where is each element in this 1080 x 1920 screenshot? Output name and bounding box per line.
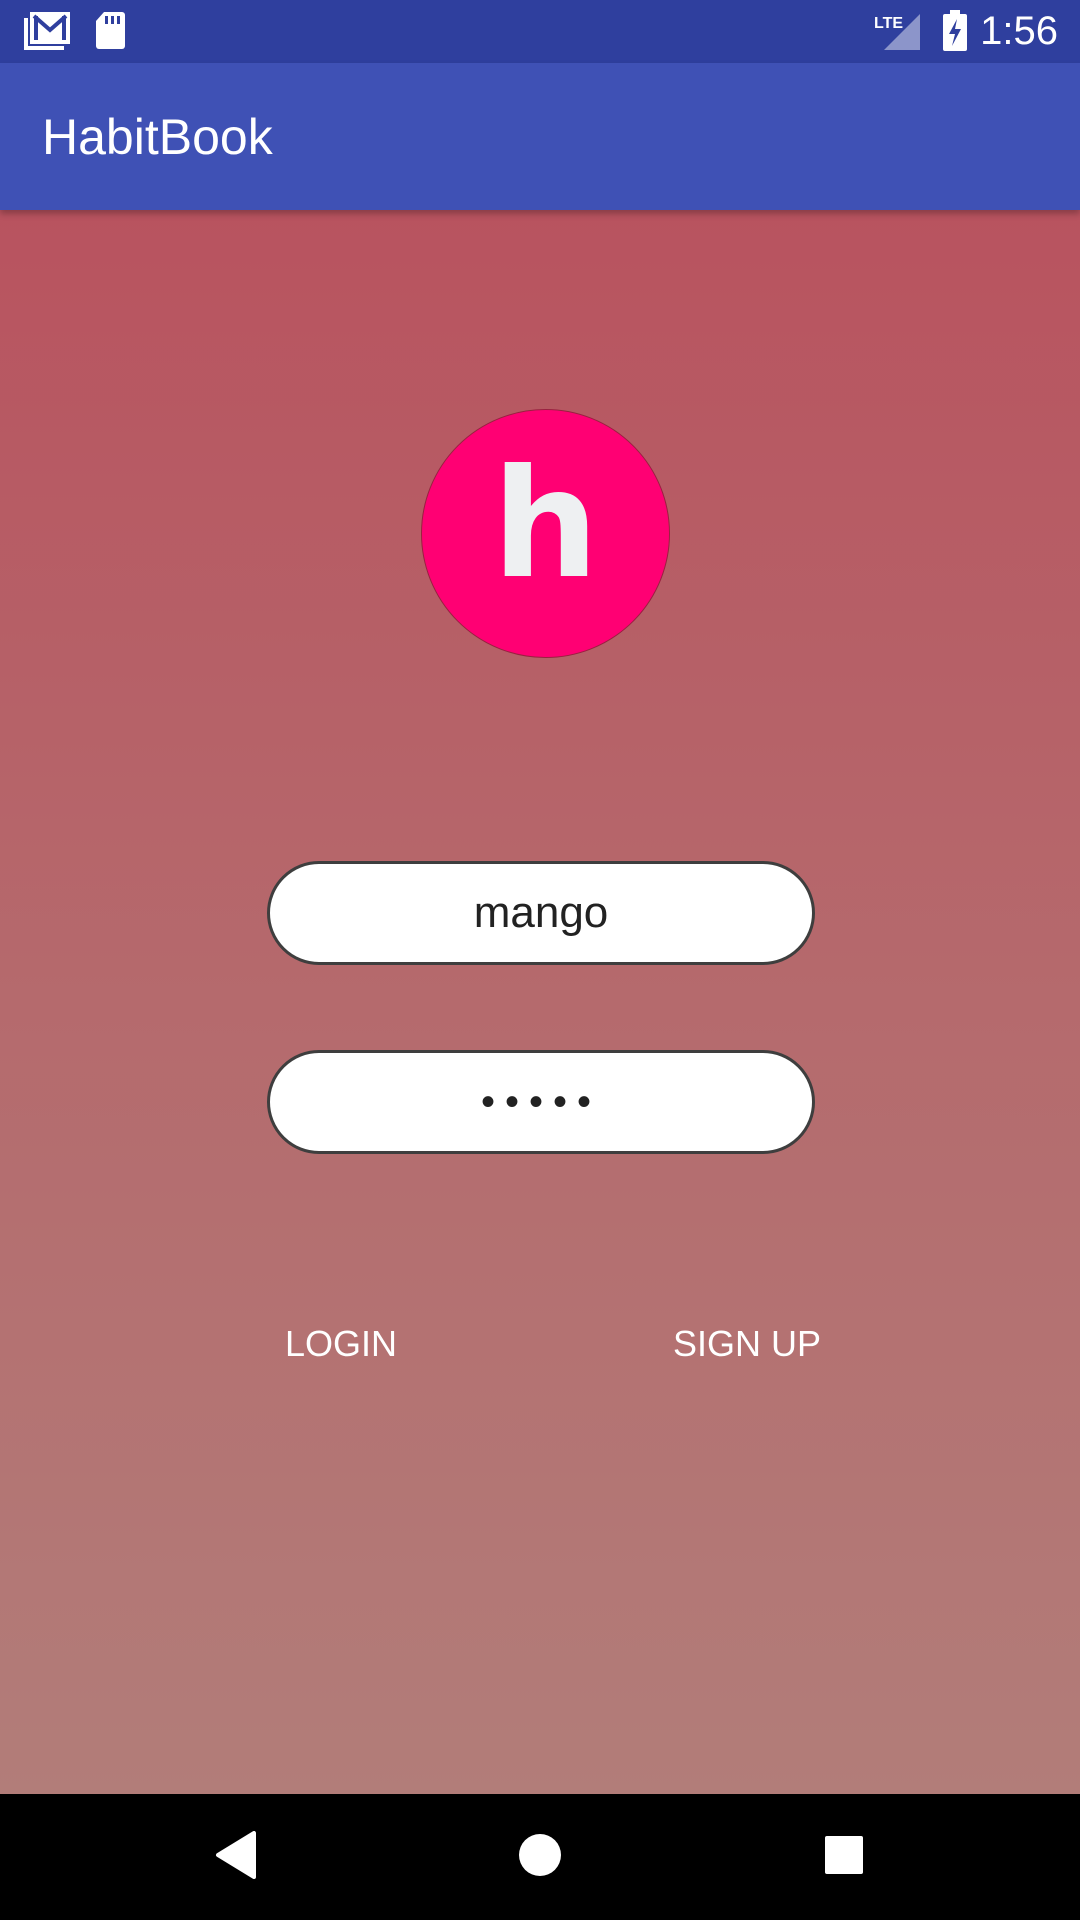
sd-card-icon bbox=[94, 10, 126, 55]
status-bar: LTE 1:56 bbox=[0, 0, 1080, 63]
login-button[interactable]: LOGIN bbox=[285, 1322, 397, 1366]
home-button[interactable] bbox=[480, 1794, 600, 1920]
gmail-icon bbox=[24, 10, 72, 57]
lte-signal-icon: LTE bbox=[874, 12, 922, 57]
username-field[interactable]: mango bbox=[267, 861, 815, 965]
back-icon bbox=[214, 1830, 258, 1884]
back-button[interactable] bbox=[176, 1794, 296, 1920]
status-time: 1:56 bbox=[980, 9, 1058, 53]
password-value: ••••• bbox=[480, 1079, 602, 1124]
signup-button[interactable]: SIGN UP bbox=[673, 1322, 821, 1366]
lte-label: LTE bbox=[874, 15, 903, 32]
app-bar: HabitBook bbox=[0, 63, 1080, 210]
screen: LTE 1:56 HabitBook h mango ••••• LOGIN S… bbox=[0, 0, 1080, 1920]
app-title: HabitBook bbox=[42, 109, 273, 165]
recents-icon bbox=[824, 1835, 864, 1880]
navigation-bar bbox=[0, 1794, 1080, 1920]
recents-button[interactable] bbox=[784, 1794, 904, 1920]
battery-charging-icon bbox=[942, 10, 968, 57]
home-icon bbox=[518, 1833, 562, 1882]
username-value: mango bbox=[473, 888, 609, 937]
login-content: h mango ••••• LOGIN SIGN UP bbox=[0, 210, 1080, 1794]
logo-letter: h bbox=[492, 437, 599, 612]
password-field[interactable]: ••••• bbox=[267, 1050, 815, 1154]
app-logo: h bbox=[421, 409, 670, 658]
